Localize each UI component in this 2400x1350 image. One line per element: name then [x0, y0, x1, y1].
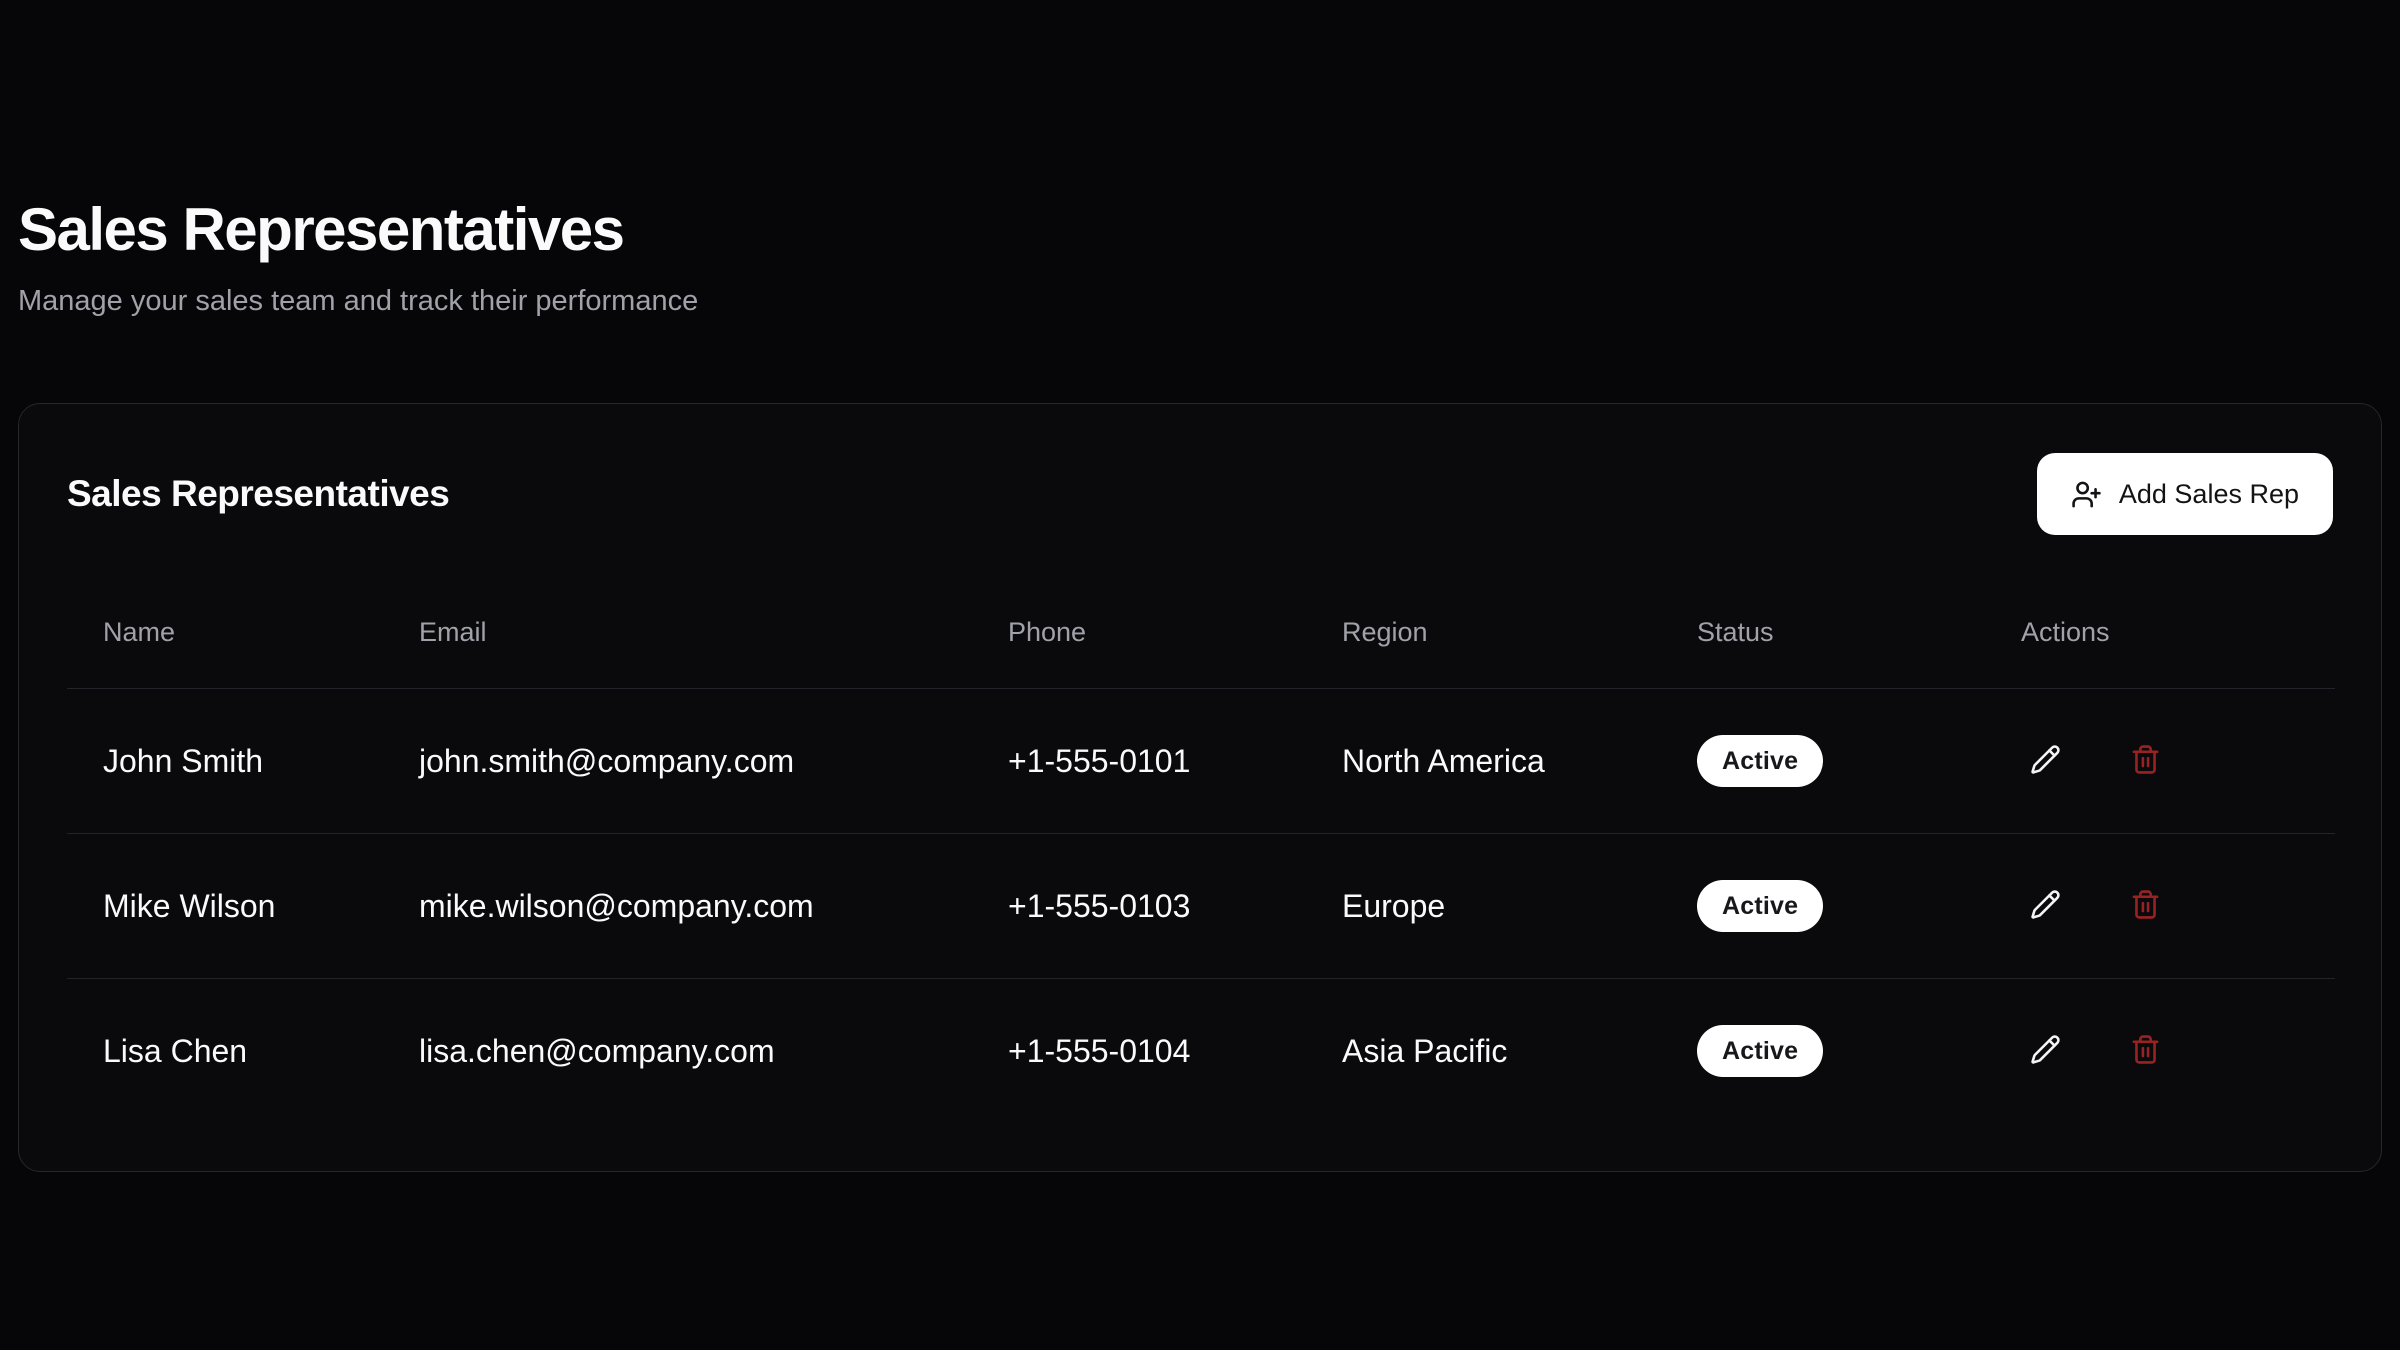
delete-button[interactable] [2121, 882, 2169, 930]
trash-icon [2130, 1034, 2161, 1068]
table-row: Mike Wilsonmike.wilson@company.com+1-555… [67, 834, 2335, 979]
sales-representatives-page: Sales Representatives Manage your sales … [0, 0, 2400, 1350]
add-sales-rep-label: Add Sales Rep [2119, 479, 2299, 510]
region-cell: North America [1306, 689, 1661, 834]
table-header-row: NameEmailPhoneRegionStatusActions [67, 576, 2335, 689]
phone-cell: +1-555-0101 [972, 689, 1306, 834]
delete-button[interactable] [2121, 737, 2169, 785]
row-actions [2021, 882, 2335, 930]
region-cell: Asia Pacific [1306, 979, 1661, 1124]
pencil-icon [2030, 889, 2061, 923]
status-cell: Active [1661, 979, 1985, 1124]
actions-cell [1985, 689, 2335, 834]
status-cell: Active [1661, 834, 1985, 979]
email-cell: mike.wilson@company.com [383, 834, 972, 979]
table-body: John Smithjohn.smith@company.com+1-555-0… [67, 689, 2335, 1124]
name-cell: Mike Wilson [67, 834, 383, 979]
row-actions [2021, 737, 2335, 785]
email-cell: john.smith@company.com [383, 689, 972, 834]
column-header-phone: Phone [972, 576, 1306, 689]
trash-icon [2130, 889, 2161, 923]
trash-icon [2130, 744, 2161, 778]
table-row: John Smithjohn.smith@company.com+1-555-0… [67, 689, 2335, 834]
column-header-actions: Actions [1985, 576, 2335, 689]
card-title: Sales Representatives [67, 473, 449, 515]
status-badge: Active [1697, 1025, 1823, 1077]
card-header: Sales Representatives Add Sales Rep [67, 452, 2333, 536]
edit-button[interactable] [2021, 1027, 2069, 1075]
pencil-icon [2030, 744, 2061, 778]
status-badge: Active [1697, 735, 1823, 787]
edit-button[interactable] [2021, 882, 2069, 930]
column-header-region: Region [1306, 576, 1661, 689]
user-plus-icon [2071, 479, 2102, 510]
status-cell: Active [1661, 689, 1985, 834]
column-header-status: Status [1661, 576, 1985, 689]
status-badge: Active [1697, 880, 1823, 932]
actions-cell [1985, 834, 2335, 979]
actions-cell [1985, 979, 2335, 1124]
edit-button[interactable] [2021, 737, 2069, 785]
table-header: NameEmailPhoneRegionStatusActions [67, 576, 2335, 689]
sales-reps-card: Sales Representatives Add Sales Rep [18, 403, 2382, 1172]
add-sales-rep-button[interactable]: Add Sales Rep [2037, 453, 2333, 535]
column-header-email: Email [383, 576, 972, 689]
phone-cell: +1-555-0103 [972, 834, 1306, 979]
pencil-icon [2030, 1034, 2061, 1068]
email-cell: lisa.chen@company.com [383, 979, 972, 1124]
table-row: Lisa Chenlisa.chen@company.com+1-555-010… [67, 979, 2335, 1124]
delete-button[interactable] [2121, 1027, 2169, 1075]
phone-cell: +1-555-0104 [972, 979, 1306, 1124]
page-header: Sales Representatives Manage your sales … [18, 0, 2382, 321]
page-subtitle: Manage your sales team and track their p… [18, 282, 2382, 321]
name-cell: John Smith [67, 689, 383, 834]
row-actions [2021, 1027, 2335, 1075]
region-cell: Europe [1306, 834, 1661, 979]
name-cell: Lisa Chen [67, 979, 383, 1124]
sales-reps-table: NameEmailPhoneRegionStatusActions John S… [67, 576, 2335, 1123]
page-title: Sales Representatives [18, 194, 2382, 266]
column-header-name: Name [67, 576, 383, 689]
